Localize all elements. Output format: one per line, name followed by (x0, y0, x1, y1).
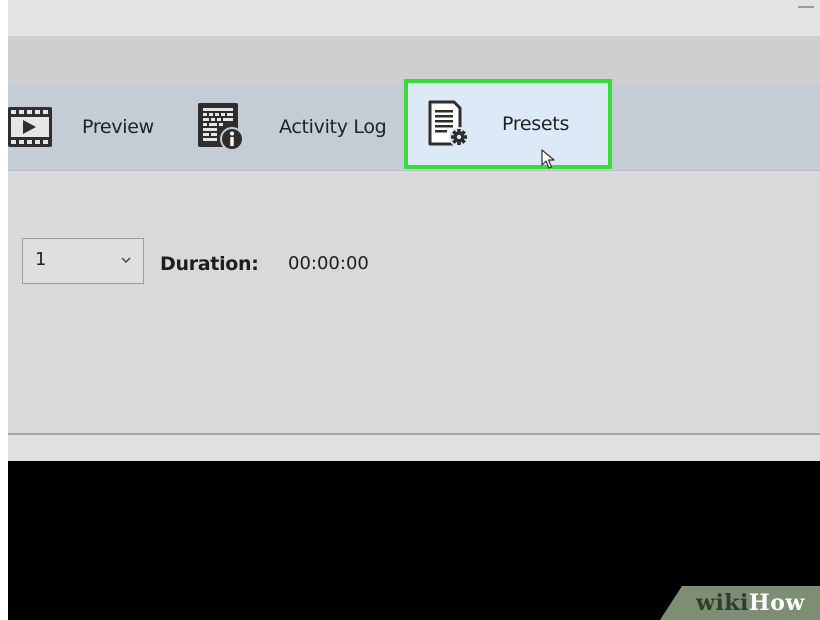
watermark-text: wikiHow (696, 590, 805, 616)
duration-value: 00:00:00 (288, 253, 369, 274)
dropdown-value: 1 (35, 249, 47, 270)
presets-label: Presets (502, 113, 570, 135)
minimize-button[interactable] (798, 6, 814, 8)
duration-label: Duration: (160, 253, 259, 275)
settings-panel: 1 Duration: 00:00:00 (8, 171, 820, 433)
preview-label: Preview (82, 116, 154, 138)
log-info-icon (198, 103, 244, 151)
preview-button[interactable]: Preview (8, 84, 154, 170)
document-gear-icon (428, 100, 469, 147)
panel-separator (8, 435, 820, 461)
activity-log-label: Activity Log (279, 116, 387, 138)
application-window: Preview Activity Log Presets 1 Duration:… (8, 0, 820, 620)
presets-button[interactable]: Presets (404, 79, 612, 169)
activity-log-button[interactable]: Activity Log (194, 84, 387, 170)
menu-strip (8, 36, 820, 84)
watermark-wiki: wiki (696, 590, 749, 616)
title-bar (8, 0, 820, 36)
chevron-down-icon (121, 257, 131, 264)
value-dropdown[interactable]: 1 (22, 238, 144, 284)
toolbar: Preview Activity Log Presets (8, 79, 820, 171)
film-icon (8, 107, 52, 147)
wikihow-watermark: wikiHow (660, 586, 820, 620)
mouse-cursor-icon (541, 149, 555, 169)
watermark-how: How (748, 590, 805, 616)
